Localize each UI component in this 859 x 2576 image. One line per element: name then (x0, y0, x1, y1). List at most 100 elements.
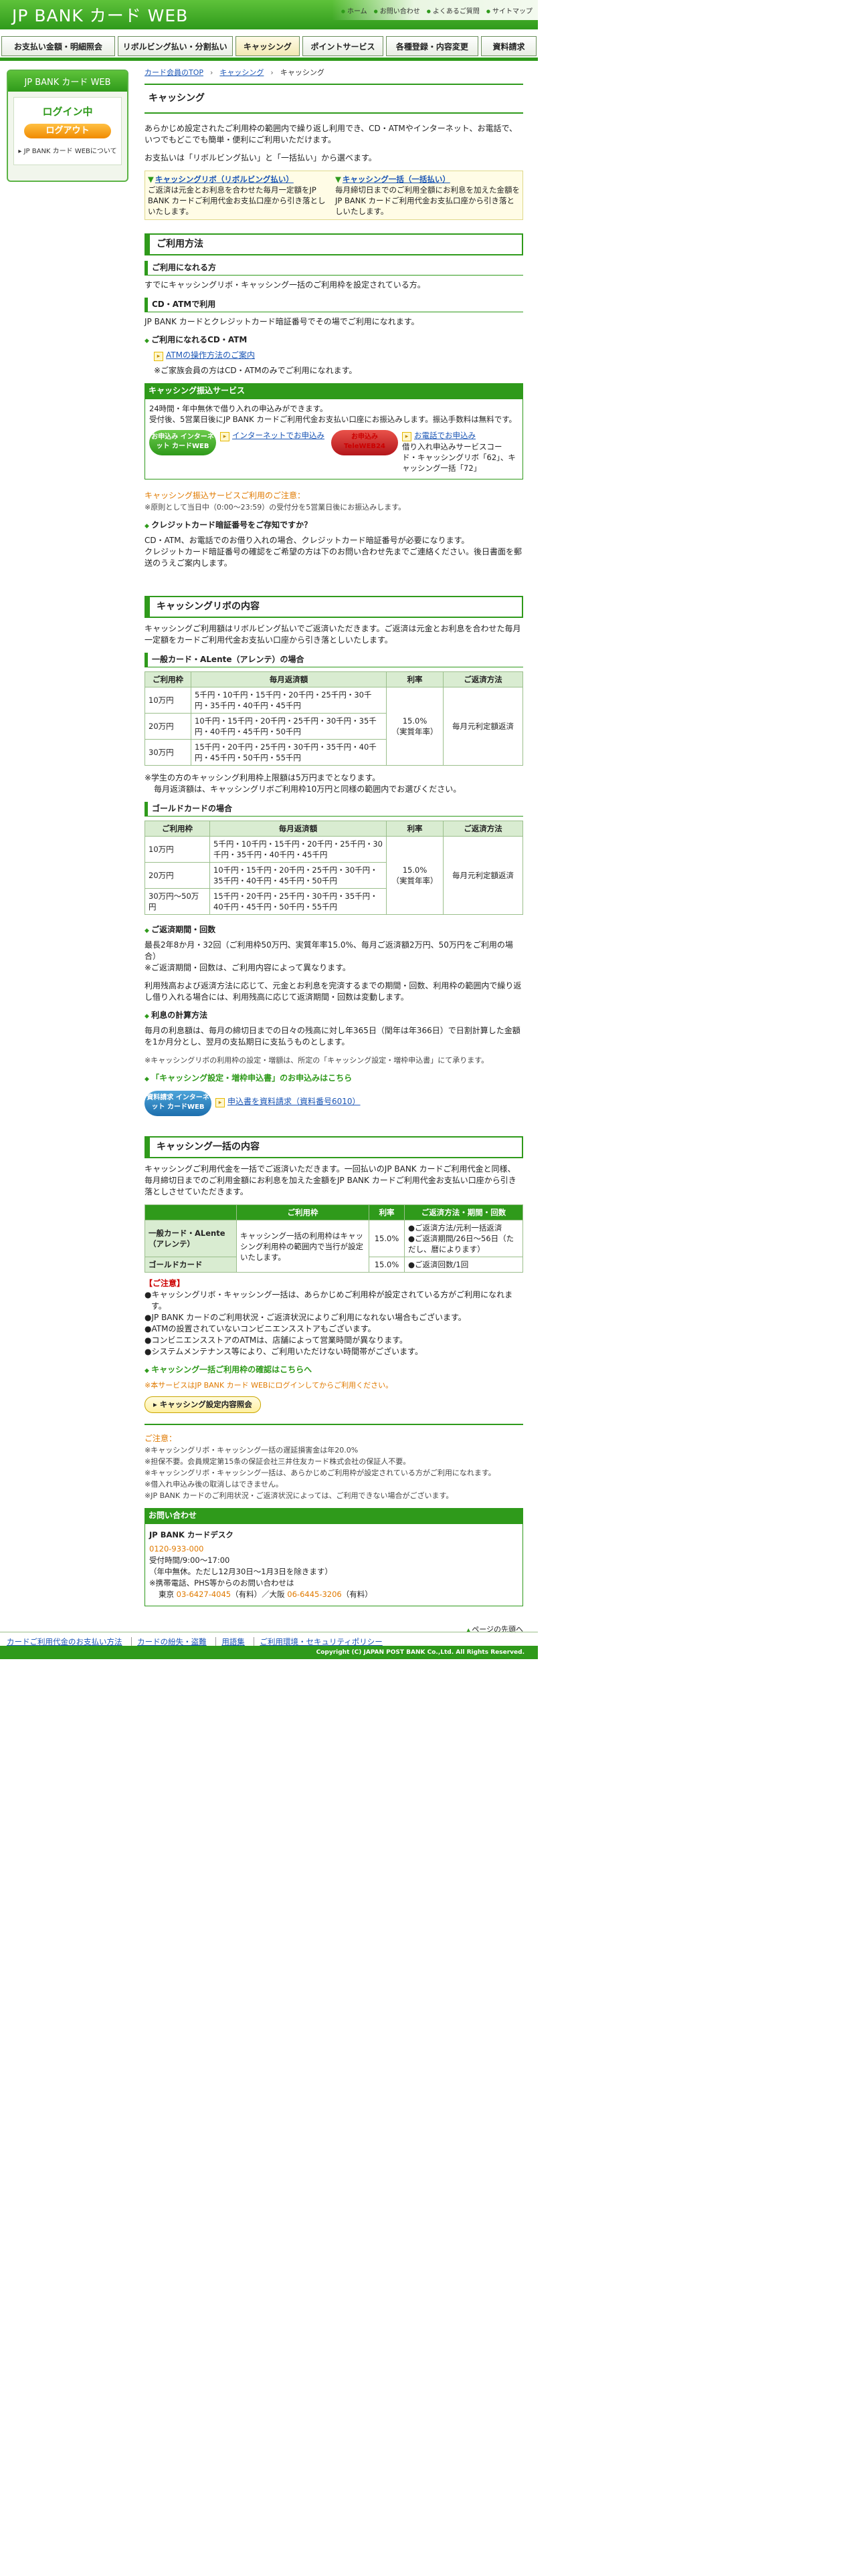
lump-summary: 毎月締切日までのご利用全額にお利息を加えた金額をJP BANK カードご利用代金… (335, 185, 520, 216)
atm-family-note: ※ご家族会員の方はCD・ATMのみでご利用になれます。 (154, 366, 357, 375)
student-note-1: ※学生の方のキャッシング利用枠上限額は5万円までとなります。 (145, 773, 381, 782)
revo-anchor-link[interactable]: キャッシングリボ（リボルビング払い） (148, 174, 332, 185)
transfer-text-2: 受付後、5営業日後にJP BANK カードご利用代金お支払い口座にお振込みします… (149, 415, 517, 424)
footer-link-payment[interactable]: カードご利用代金のお支払い方法 (7, 1637, 122, 1646)
revo-gold-title: ゴールドカードの場合 (145, 802, 523, 817)
logout-button[interactable]: ログアウト (24, 124, 111, 138)
gnav-revolving[interactable]: リボルビング払い・分割払い (117, 36, 233, 56)
list-item: ●ATMの設置されていないコンビニエンスストアもございます。 (145, 1324, 376, 1333)
revo-summary: ご返済は元金とお利息を合わせた毎月一定額をJP BANK カードご利用代金お支払… (148, 185, 326, 216)
table-row: 10万円 5千円・10千円・15千円・20千円・25千円・30千円・35千円・4… (145, 836, 523, 915)
phone-service-code: 借り入れ申込みサービスコード・キャッシングリボ「62」、キャッシング一括「72」 (402, 442, 516, 473)
freedial-number: 0120-933-000 (149, 1544, 204, 1553)
web-apply-link[interactable]: インターネットでお申込み (220, 431, 324, 440)
page-title: キャッシング (145, 84, 523, 114)
footer-link-lost[interactable]: カードの紛失・盗難 (131, 1637, 207, 1646)
pin-text-1: CD・ATM、お電話でのお借り入れの場合、クレジットカード暗証番号が必要になりま… (145, 536, 470, 545)
site-logo[interactable]: JP BANK カード WEB (12, 3, 188, 27)
notes-list: ※キャッシングリボ・キャッシング一括の遅延損害金は年20.0% ※担保不要。会員… (145, 1444, 523, 1501)
intro-text: あらかじめ設定されたご利用枠の範囲内で繰り返し利用でき、CD・ATMやインターネ… (145, 124, 518, 144)
list-item: ※キャッシングリボ・キャッシング一括の遅延損害金は年20.0% (145, 1446, 359, 1455)
footer-link-glossary[interactable]: 用語集 (215, 1637, 245, 1646)
transfer-caution-title: キャッシング振込サービスご利用のご注意： (145, 491, 306, 500)
lump-intro: キャッシングご利用代金を一括でご返済いただきます。一回払いのJP BANK カー… (145, 1164, 516, 1196)
desk-hours: 受付時間/9:00〜17:00 (149, 1555, 230, 1565)
period-text-2: ※ご返済期間・回数は、ご利用内容によって異なります。 (145, 963, 351, 972)
breadcrumb-cashing[interactable]: キャッシング (219, 68, 264, 77)
phone-apply-link[interactable]: お電話でお申込み (402, 430, 516, 441)
gnav-statement[interactable]: お支払い金額・明細照会 (1, 36, 115, 56)
top-link-sitemap[interactable]: サイトマップ (486, 5, 533, 15)
page: JP BANK カード WEB ホーム お問い合わせ よくあるご質問 サイトマッ… (0, 0, 538, 61)
interest-text: 毎月の利息額は、毎月の締切日までの日々の残高に対し年365日（閏年は年366日）… (145, 1026, 520, 1047)
breadcrumb-current: キャッシング (280, 68, 324, 77)
revo-gold-table: ご利用枠 毎月返済額 利率 ご返済方法 10万円 5千円・10千円・15千円・2… (145, 821, 523, 915)
breadcrumb-top[interactable]: カード会員のTOP (145, 68, 203, 77)
pin-title: クレジットカード暗証番号をご存知ですか？ (145, 520, 523, 532)
mobile-note: ※携帯電話、PHS等からのお問い合わせは (149, 1578, 294, 1588)
document-request-badge: 資料請求 インターネット カードWEB (145, 1091, 211, 1116)
top-link-faq[interactable]: よくあるご質問 (427, 5, 480, 15)
notes-title: ご注意： (145, 1434, 177, 1443)
lump-check-note: ※本サービスはJP BANK カード WEBにログインしてからご利用ください。 (145, 1381, 393, 1390)
inquiry-box: JP BANK カードデスク 0120-933-000 受付時間/9:00〜17… (145, 1523, 523, 1606)
gnav-cashing[interactable]: キャッシング (235, 36, 300, 56)
period-text-1: 最長2年8か月・32回（ご利用枠50万円、実質年率15.0%、毎月ご返済額2万円… (145, 940, 513, 961)
revo-general-title: 一般カード・ALente（アレンテ）の場合 (145, 653, 523, 667)
copyright: Copyright (C) JAPAN POST BANK Co.,Ltd. A… (0, 1646, 538, 1659)
apply-form-title: 「キャッシング設定・増枠申込書」のお申込みはこちら (145, 1073, 523, 1085)
transfer-service-box: 24時間・年中無休で借り入れの申込みができます。 受付後、5営業日後にJP BA… (145, 399, 523, 479)
gnav-documents[interactable]: 資料請求 (481, 36, 537, 56)
lump-caution-title: 【ご注意】 (145, 1279, 185, 1288)
eligible-title: ご利用になれる方 (145, 261, 523, 276)
list-item: ●JP BANK カードのご利用状況・ご返済状況によりご利用になれない場合もござ… (145, 1313, 466, 1322)
phone-apply-badge: お申込み TeleWEB24 (331, 430, 398, 455)
paid-numbers: 東京 03-6427-4045（有料）／大阪 06-6445-3206（有料） (159, 1590, 373, 1599)
main-content: カード会員のTOP › キャッシング › キャッシング キャッシング あらかじめ設定され… (145, 67, 523, 1636)
atm-guide-link[interactable]: ATMの操作方法のご案内 (154, 350, 523, 361)
footer-link-security[interactable]: ご利用環境・セキュリティポリシー (254, 1637, 383, 1646)
section-usage-title: ご利用方法 (145, 233, 523, 255)
about-link[interactable]: ▸ JP BANK カード WEBについて (14, 145, 121, 155)
col-limit: ご利用枠 (145, 671, 191, 687)
table-row: 一般カード・ALente（アレンテ） キャッシング一括の利用枠はキャッシング利用… (145, 1220, 523, 1273)
footer-links: カードご利用代金のお支払い方法 カードの紛失・盗難 用語集 ご利用環境・セキュリ… (0, 1632, 538, 1647)
transfer-service-title: キャッシング振込サービス (145, 383, 523, 399)
revo-intro: キャッシングご利用額はリボルビング払いでご返済いただきます。ご返済は元金とお利息… (145, 624, 521, 645)
interest-note: ※キャッシングリボの利用枠の設定・増額は、所定の「キャッシング設定・増枠申込書」… (145, 1056, 489, 1065)
payment-options: キャッシングリボ（リボルビング払い） ご返済は元金とお利息を合わせた毎月一定額を… (145, 171, 523, 220)
document-request-link[interactable]: 申込書を資料請求（資料番号6010） (215, 1097, 361, 1106)
interest-title: 利息の計算方法 (145, 1010, 523, 1023)
col-method: ご返済方法 (443, 671, 523, 687)
list-item: ●コンビニエンスストアのATMは、店舗によって営業時間が異なります。 (145, 1335, 408, 1345)
period-title: ご返済期間・回数 (145, 924, 523, 937)
transfer-text-1: 24時間・年中無休で借り入れの申込みができます。 (149, 404, 328, 413)
transfer-caution-text: ※原則として当日中（0:00〜23:59）の受付分を5営業日後にお振込みします。 (145, 503, 406, 512)
revo-general-table: ご利用枠 毎月返済額 利率 ご返済方法 10万円 5千円・10千円・15千円・2… (145, 671, 523, 766)
top-link-contact[interactable]: お問い合わせ (374, 5, 420, 15)
atm-usage-title: CD・ATMで利用 (145, 298, 523, 312)
eligible-text: すでにキャッシングリボ・キャッシング一括のご利用枠を設定されている方。 (145, 280, 425, 290)
student-note-2: 毎月返済額は、キャッシングリボご利用枠10万円と同様の範囲内でお選びください。 (154, 784, 462, 794)
atm-list-title: ご利用になれるCD・ATM (145, 334, 523, 347)
breadcrumb: カード会員のTOP › キャッシング › キャッシング (145, 68, 324, 77)
list-item: ●キャッシングリボ・キャッシング一括は、あらかじめご利用枠が設定されている方がご… (145, 1290, 513, 1311)
pin-text-2: クレジットカード暗証番号の確認をご希望の方は下のお問い合わせ先までご連絡ください… (145, 547, 522, 568)
gnav-points[interactable]: ポイントサービス (302, 36, 383, 56)
section-lump-title: キャッシング一括の内容 (145, 1136, 523, 1158)
desk-hours-note: （年中無休。ただし12月30日〜1月3日を除きます） (149, 1567, 332, 1576)
inquiry-title: お問い合わせ (145, 1508, 523, 1523)
list-item: ※担保不要。会員規定第15条の保証会社三井住友カード株式会社の保証人不要。 (145, 1457, 411, 1466)
atm-usage-text: JP BANK カードとクレジットカード暗証番号でその場でご利用になれます。 (145, 317, 419, 326)
login-status: ログイン中 (42, 106, 93, 118)
top-link-home[interactable]: ホーム (341, 5, 367, 15)
lump-anchor-link[interactable]: キャッシング一括（一括払い） (335, 174, 520, 185)
gnav-registration[interactable]: 各種登録・内容変更 (385, 36, 478, 56)
col-rate: 利率 (386, 671, 444, 687)
period-text-3: 利用残高および返済方法に応じて、元金とお利息を完済するまでの期間・回数、利用枠の… (145, 981, 522, 1002)
lump-caution-list: ●キャッシングリボ・キャッシング一括は、あらかじめご利用枠が設定されている方がご… (145, 1289, 523, 1358)
lump-table: ご利用枠 利率 ご返済方法・期間・回数 一般カード・ALente（アレンテ） キ… (145, 1204, 523, 1273)
header: JP BANK カード WEB ホーム お問い合わせ よくあるご質問 サイトマッ… (0, 0, 538, 29)
intro-payment: お支払いは「リボルビング払い」と「一括払い」から選べます。 (145, 153, 377, 163)
cashing-settings-button[interactable]: ▸ キャッシング設定内容照会 (145, 1396, 261, 1413)
